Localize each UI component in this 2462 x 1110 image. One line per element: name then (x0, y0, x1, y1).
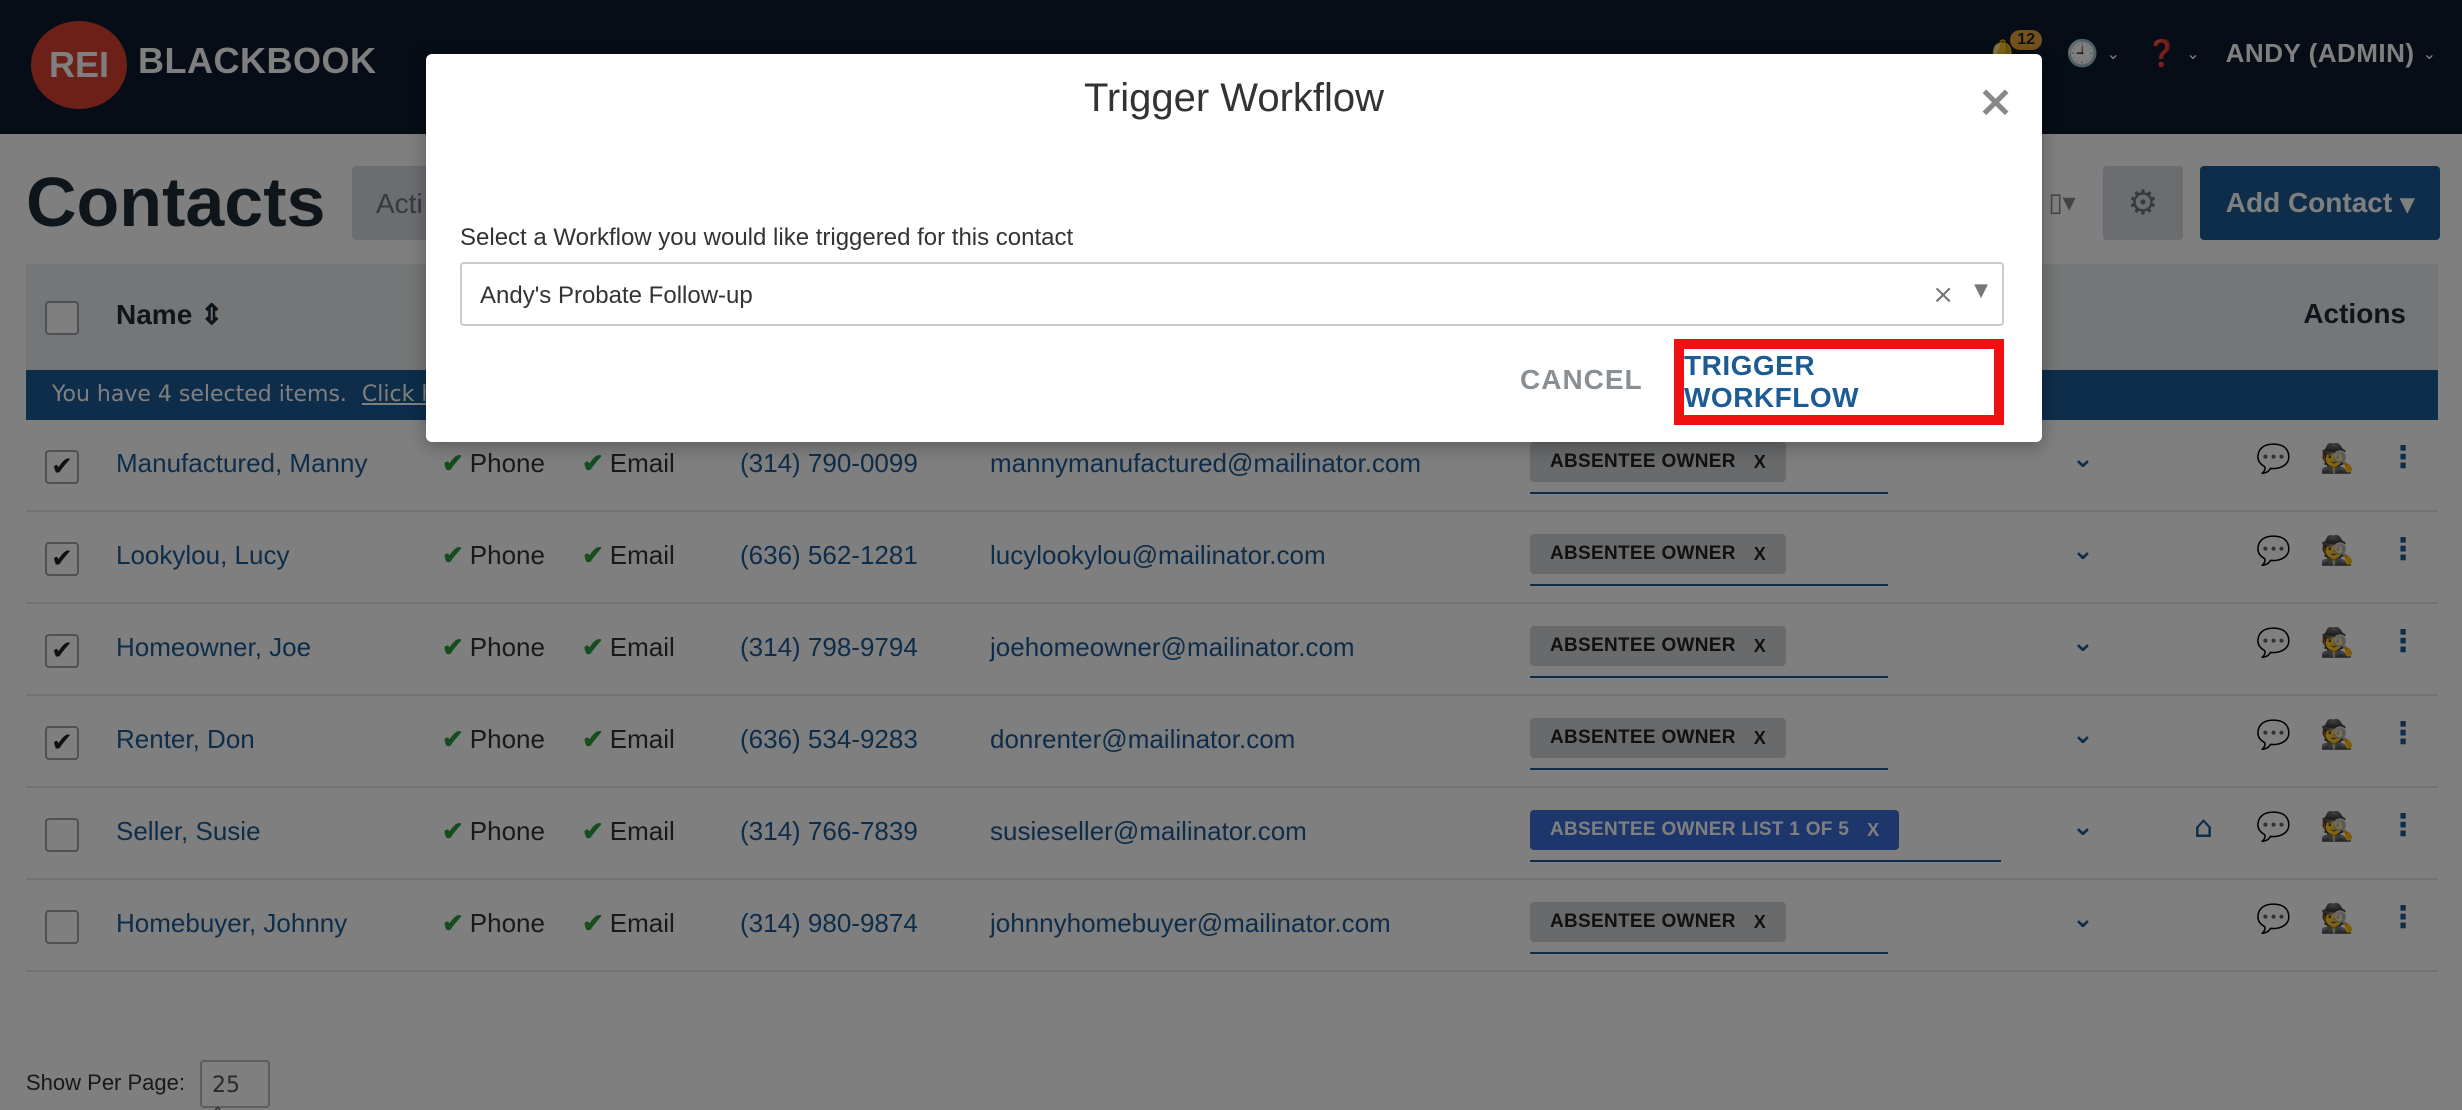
modal-title: Trigger Workflow (1083, 76, 1385, 120)
caret-down-icon: ▼ (1974, 280, 1988, 301)
trigger-workflow-button[interactable]: TRIGGER WORKFLOW (1684, 350, 1994, 414)
cancel-button[interactable]: CANCEL (1520, 364, 1643, 396)
trigger-button-highlight: TRIGGER WORKFLOW (1674, 339, 2004, 425)
close-button[interactable]: × (1977, 76, 2014, 127)
trigger-workflow-modal: Trigger Workflow × Select a Workflow you… (426, 54, 2042, 442)
workflow-select[interactable]: Andy's Probate Follow-up × ▼ (460, 262, 2004, 326)
clear-selection-button[interactable]: × (1932, 280, 1954, 310)
workflow-select-value: Andy's Probate Follow-up (480, 282, 753, 309)
workflow-select-label: Select a Workflow you would like trigger… (460, 224, 1074, 251)
close-icon: × (1977, 76, 2014, 127)
